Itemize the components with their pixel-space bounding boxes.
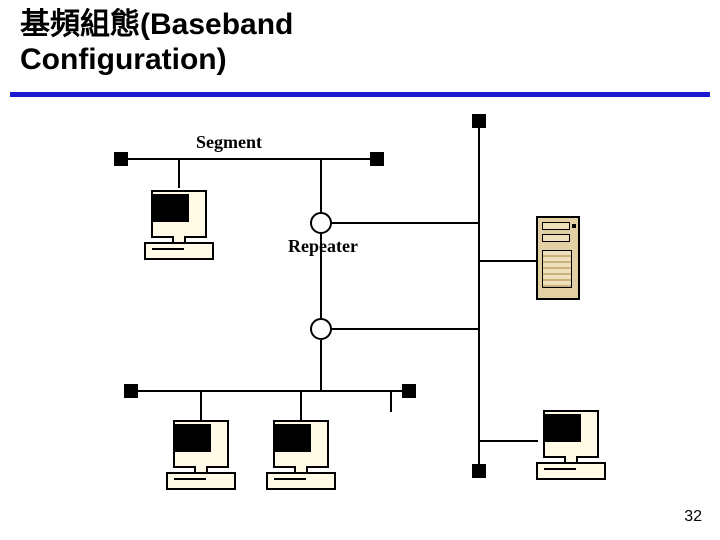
title-line-2: Configuration) xyxy=(20,43,227,76)
terminator-icon xyxy=(370,152,384,166)
drop-cable xyxy=(320,158,322,213)
drop-cable xyxy=(200,390,202,420)
link-line xyxy=(320,340,322,390)
terminator-icon xyxy=(114,152,128,166)
server-icon xyxy=(536,216,580,300)
link-line xyxy=(320,234,322,319)
bus-line-top xyxy=(120,158,378,160)
drop-cable xyxy=(478,260,538,262)
terminator-icon xyxy=(472,114,486,128)
repeater-icon xyxy=(310,212,332,234)
link-line xyxy=(331,328,479,330)
repeater-label: Repeater xyxy=(288,236,358,257)
computer-icon xyxy=(266,418,336,493)
drop-cable xyxy=(478,440,538,442)
drop-cable xyxy=(390,390,392,412)
computer-icon xyxy=(166,418,236,493)
network-diagram: Segment Repeater xyxy=(0,100,720,510)
computer-icon xyxy=(144,188,214,263)
drop-cable xyxy=(300,390,302,420)
title-line-1: 基頻組態(Baseband xyxy=(20,8,293,41)
bus-line-bottom xyxy=(130,390,410,392)
drop-cable xyxy=(178,158,180,188)
terminator-icon xyxy=(472,464,486,478)
computer-icon xyxy=(536,408,606,483)
title-underline xyxy=(10,92,710,97)
terminator-icon xyxy=(124,384,138,398)
segment-label: Segment xyxy=(196,132,262,153)
page-number: 32 xyxy=(684,508,702,526)
link-line xyxy=(331,222,479,224)
terminator-icon xyxy=(402,384,416,398)
slide-title: 基頻組態(Baseband Configuration) xyxy=(20,8,293,77)
backbone-line xyxy=(478,120,480,470)
repeater-icon xyxy=(310,318,332,340)
